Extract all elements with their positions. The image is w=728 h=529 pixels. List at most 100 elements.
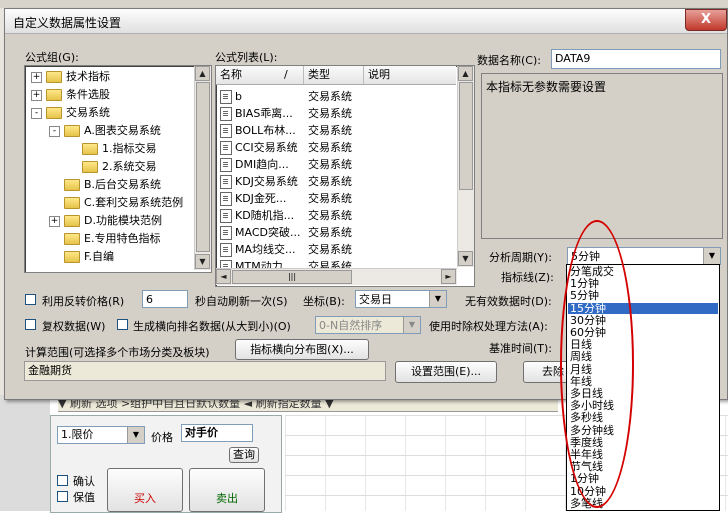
list-header: 名称 / 类型 说明 [216, 66, 456, 85]
column-name-text: 名称 [220, 68, 242, 81]
column-header-name[interactable]: 名称 / [216, 66, 304, 84]
params-panel: 本指标无参数需要设置 [481, 73, 723, 239]
list-item[interactable]: KDJ金死... 交易系统 [220, 190, 456, 207]
close-button[interactable]: X [685, 9, 727, 31]
tree-item[interactable]: + D.功能模块范例 [49, 212, 162, 230]
reverse-price-checkbox[interactable] [25, 294, 36, 305]
column-header-type[interactable]: 类型 [304, 66, 364, 84]
scroll-up-icon[interactable]: ▲ [458, 66, 473, 81]
chevron-down-icon[interactable]: ▼ [429, 291, 446, 307]
tree-item[interactable]: B.后台交易系统 [49, 176, 161, 194]
dialog-titlebar: 自定义数据属性设置 X [5, 9, 727, 34]
formula-name: BOLL布林... [235, 124, 296, 137]
restore-data-checkbox[interactable] [25, 319, 36, 330]
list-item[interactable]: MA均线交... 交易系统 [220, 241, 456, 258]
set-range-button[interactable]: 设置范围(E)... [395, 361, 497, 383]
params-text: 本指标无参数需要设置 [486, 80, 607, 94]
list-item[interactable]: KD随机指... 交易系统 [220, 207, 456, 224]
list-hscroll[interactable]: ◄ ||| ► [216, 268, 457, 285]
scroll-down-icon[interactable]: ▼ [195, 254, 210, 269]
axis-label: 坐标(B): [303, 295, 345, 308]
formula-type: 交易系统 [308, 141, 352, 154]
annotation-ellipse [560, 220, 634, 508]
folder-icon [82, 161, 98, 173]
confirm-checkbox[interactable] [57, 475, 68, 486]
chevron-down-icon[interactable]: ▼ [403, 317, 420, 333]
list-item[interactable]: DMI趋向... 交易系统 [220, 156, 456, 173]
formula-type: 交易系统 [308, 209, 352, 222]
list-item[interactable]: b 交易系统 [220, 88, 456, 105]
keep-checkbox[interactable] [57, 491, 68, 502]
calc-range-field[interactable]: 金融期货 [24, 361, 386, 381]
reverse-price-label: 利用反转价格(R) [42, 295, 125, 308]
rank-order-select[interactable]: 0-N自然排序 ▼ [315, 316, 421, 334]
price-input[interactable]: 对手价 [181, 424, 253, 442]
formula-type: 交易系统 [308, 192, 352, 205]
tree-item-label: 1.指标交易 [102, 142, 157, 155]
folder-icon [64, 215, 80, 227]
list-hscroll-thumb[interactable]: ||| [232, 270, 352, 284]
formula-name: MA均线交... [235, 243, 296, 256]
rank-checkbox[interactable] [117, 319, 128, 330]
formula-group-tree[interactable]: + 技术指标 + 条件选股 - 交易系统 - A.图表交易系统 1.指标交易 2.系统交易 B.后台… [24, 65, 212, 273]
list-vscroll[interactable]: ▲ ▼ [457, 66, 474, 267]
list-item[interactable]: MTM动力... 交易系统 [220, 258, 456, 268]
axis-value: 交易日 [359, 293, 392, 306]
scroll-left-icon[interactable]: ◄ [216, 269, 231, 284]
list-item[interactable]: CCI交易系统 交易系统 [220, 139, 456, 156]
expand-icon[interactable]: + [49, 215, 60, 227]
background-titlebar [0, 0, 728, 8]
tree-item[interactable]: F.自编 [49, 248, 114, 266]
list-scroll-thumb[interactable] [459, 82, 473, 190]
tree-item[interactable]: C.套利交易系统范例 [49, 194, 183, 212]
query-button[interactable]: 查询 [229, 447, 259, 463]
axis-select[interactable]: 交易日 ▼ [355, 290, 447, 308]
tree-item[interactable]: 2.系统交易 [67, 158, 157, 176]
formula-file-icon [220, 260, 232, 268]
collapse-icon[interactable]: - [31, 107, 42, 119]
scroll-right-icon[interactable]: ► [441, 269, 456, 284]
expand-icon[interactable]: + [31, 71, 42, 83]
formula-file-icon [220, 107, 232, 121]
tree-scroll-thumb[interactable] [196, 82, 210, 252]
formula-file-icon [220, 141, 232, 155]
tree-item[interactable]: - 交易系统 [31, 104, 110, 122]
distribution-chart-button[interactable]: 指标横向分布图(X)... [235, 339, 369, 360]
scroll-down-icon[interactable]: ▼ [458, 251, 473, 266]
formula-type: 交易系统 [308, 243, 352, 256]
order-type-select[interactable]: 1.限价 ▼ [57, 426, 145, 444]
list-item[interactable]: BOLL布林... 交易系统 [220, 122, 456, 139]
formula-file-icon [220, 124, 232, 138]
list-item[interactable]: KDJ交易系统 交易系统 [220, 173, 456, 190]
tree-vscroll[interactable]: ▲ ▼ [194, 66, 211, 270]
expand-icon[interactable]: + [31, 89, 42, 101]
formula-name: CCI交易系统 [235, 141, 298, 154]
tree-item[interactable]: + 条件选股 [31, 86, 110, 104]
refresh-seconds-input[interactable]: 6 [142, 290, 188, 308]
tree-item[interactable]: 1.指标交易 [67, 140, 157, 158]
column-header-desc[interactable]: 说明 [364, 66, 456, 84]
collapse-icon[interactable]: - [49, 125, 60, 137]
tree-item[interactable]: + 技术指标 [31, 68, 110, 86]
chevron-down-icon[interactable]: ▼ [703, 248, 720, 264]
tree-item-label: B.后台交易系统 [84, 178, 162, 191]
list-item[interactable]: BIAS乖离... 交易系统 [220, 105, 456, 122]
list-item[interactable]: MACD突破... 交易系统 [220, 224, 456, 241]
formula-name: b [235, 90, 242, 103]
list-body: b 交易系统 BIAS乖离... 交易系统 BOLL布林... 交易系统 CCI交易系统 交易… [220, 88, 456, 268]
tree-item-label: A.图表交易系统 [84, 124, 161, 137]
formula-group-label: 公式组(G): [25, 51, 79, 64]
sell-button[interactable]: 卖出 [189, 468, 265, 512]
formula-list[interactable]: 名称 / 类型 说明 b 交易系统 BIAS乖离... 交易系统 BOLL布林... 交易系… [215, 65, 475, 287]
order-panel: 1.限价 ▼ 价格 对手价 查询 确认 保值 买入 卖出 [50, 415, 282, 513]
tree-item-label: 技术指标 [66, 70, 110, 83]
tree-item[interactable]: E.专用特色指标 [49, 230, 160, 248]
formula-file-icon [220, 175, 232, 189]
background-left-strip [0, 395, 50, 511]
data-name-label: 数据名称(C): [477, 54, 541, 67]
tree-item[interactable]: - A.图表交易系统 [49, 122, 161, 140]
data-name-input[interactable]: DATA9 [551, 49, 721, 69]
scroll-up-icon[interactable]: ▲ [195, 66, 210, 81]
buy-button[interactable]: 买入 [107, 468, 183, 512]
rank-order-value: 0-N自然排序 [319, 319, 383, 332]
